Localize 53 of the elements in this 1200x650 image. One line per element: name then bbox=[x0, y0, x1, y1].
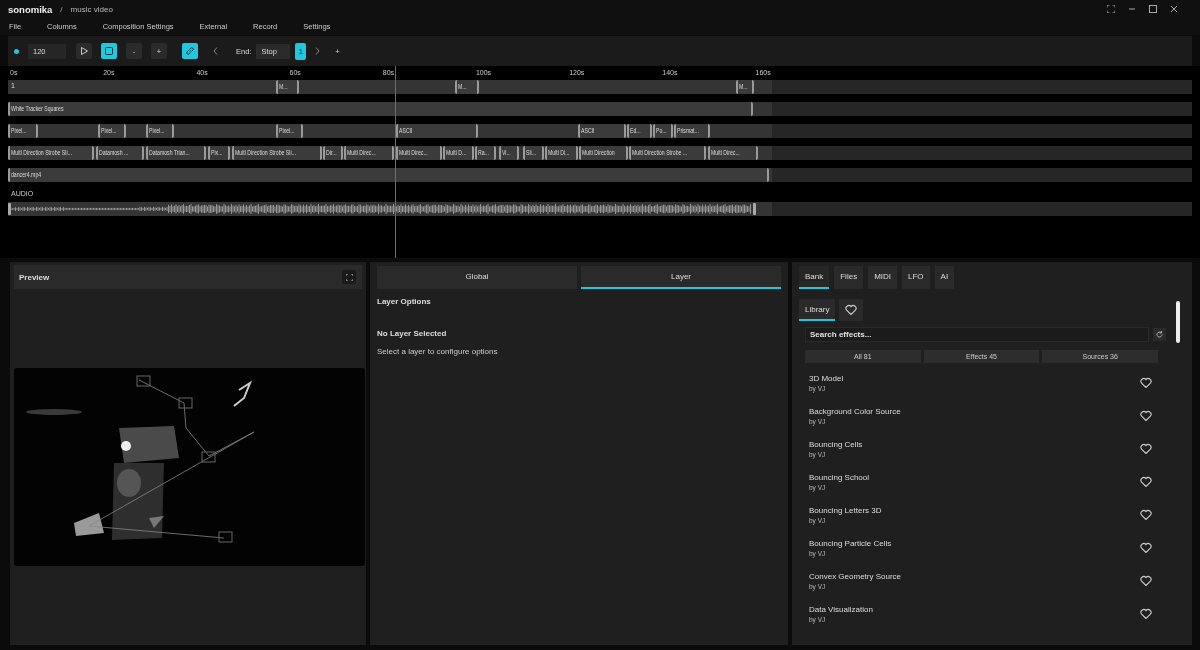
empty-state-title: No Layer Selected bbox=[377, 329, 448, 338]
effect-name[interactable]: 3D Model bbox=[809, 373, 844, 383]
heart-icon bbox=[845, 303, 858, 315]
panel-tab[interactable]: LFO bbox=[902, 266, 930, 289]
search-field[interactable]: Search effects... bbox=[805, 327, 1149, 342]
app-logo: sonomika bbox=[8, 3, 53, 15]
refresh-button[interactable] bbox=[1153, 328, 1166, 341]
panel-tab[interactable]: Files bbox=[834, 266, 864, 289]
fullscreen-icon[interactable] bbox=[1107, 5, 1115, 13]
fullscreen-icon bbox=[345, 273, 353, 281]
heart-icon[interactable] bbox=[1140, 410, 1152, 421]
panel-tab[interactable]: Bank bbox=[799, 266, 830, 289]
heart-icon[interactable] bbox=[1140, 476, 1152, 487]
panel-tab[interactable]: Global bbox=[377, 266, 577, 289]
link-button[interactable] bbox=[182, 43, 198, 59]
section-heading: Layer Options bbox=[377, 297, 432, 306]
effect-name[interactable]: Bouncing School bbox=[809, 472, 870, 482]
heart-icon[interactable] bbox=[1140, 377, 1152, 388]
audio-waveform[interactable] bbox=[8, 202, 756, 216]
heart-icon[interactable] bbox=[1140, 443, 1152, 454]
stop-button[interactable] bbox=[101, 43, 117, 59]
status-dot bbox=[14, 48, 19, 54]
effect-name[interactable]: Bouncing Letters 3D bbox=[809, 505, 882, 515]
minimize-icon[interactable] bbox=[1128, 5, 1136, 13]
project-title: music video bbox=[70, 4, 113, 14]
link-icon bbox=[186, 47, 194, 55]
scrollbar-thumb[interactable] bbox=[1176, 301, 1180, 343]
panel-title: Preview bbox=[19, 272, 50, 282]
heart-icon[interactable] bbox=[1140, 575, 1152, 586]
empty-state-hint: Select a layer to configure options bbox=[377, 347, 499, 356]
favorites-tab[interactable] bbox=[839, 299, 864, 321]
heart-icon[interactable] bbox=[1140, 509, 1152, 520]
chevron-right-icon[interactable] bbox=[315, 47, 321, 55]
panel-tab[interactable]: MIDI bbox=[868, 266, 897, 289]
effect-name[interactable]: Convex Geometry Source bbox=[809, 571, 902, 581]
effect-name[interactable]: Data Visualization bbox=[809, 604, 873, 614]
fullscreen-button[interactable] bbox=[342, 270, 356, 284]
effect-name[interactable]: Background Color Source bbox=[809, 406, 901, 416]
panel-tab[interactable]: AI bbox=[934, 266, 955, 289]
heart-icon[interactable] bbox=[1140, 542, 1152, 553]
panel-tab[interactable]: Layer bbox=[581, 266, 781, 289]
play-icon bbox=[80, 47, 88, 55]
effect-name[interactable]: Bouncing Particle Cells bbox=[809, 538, 892, 548]
library-tab[interactable]: Library bbox=[799, 299, 836, 321]
chevron-left-icon[interactable] bbox=[213, 47, 218, 55]
refresh-icon bbox=[1156, 331, 1163, 338]
path-separator: / bbox=[60, 4, 63, 14]
stop-icon bbox=[105, 47, 113, 55]
play-button[interactable] bbox=[76, 43, 92, 59]
effect-name[interactable]: Bouncing Cells bbox=[809, 439, 863, 449]
maximize-icon[interactable] bbox=[1149, 5, 1157, 13]
close-icon[interactable] bbox=[1170, 5, 1178, 13]
heart-icon[interactable] bbox=[1140, 608, 1152, 619]
